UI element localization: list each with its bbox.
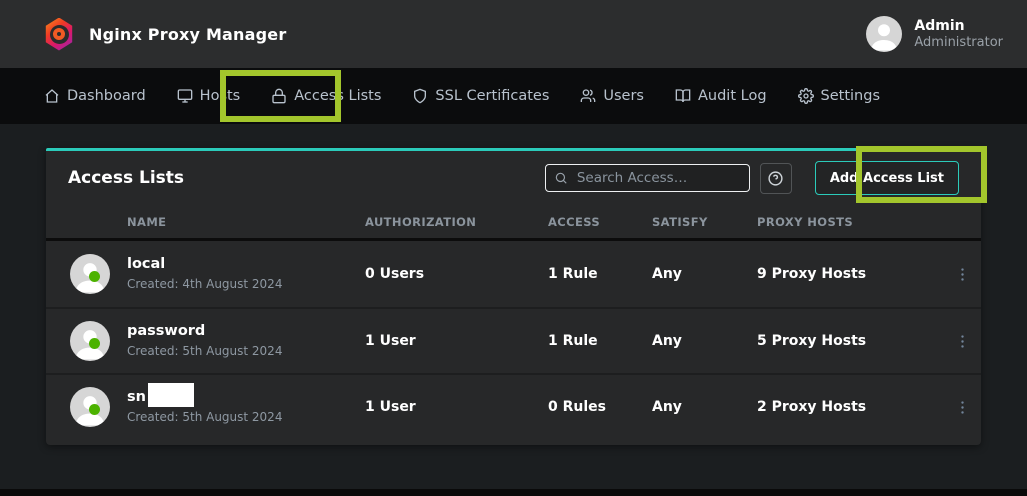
table-row[interactable]: sn Created: 5th August 2024 1 User 0 Rul… — [46, 373, 981, 439]
table-header-row: NAME AUTHORIZATION ACCESS SATISFY PROXY … — [46, 205, 981, 241]
status-dot — [89, 404, 100, 415]
nav-label: Access Lists — [294, 88, 381, 104]
access-list-name: local — [127, 256, 365, 273]
ellipsis-vertical-icon — [954, 266, 971, 283]
book-icon — [675, 88, 691, 104]
cell-satisfy: Any — [652, 266, 757, 282]
access-list-name: password — [127, 323, 365, 340]
cell-access: 0 Rules — [548, 399, 652, 415]
access-list-created: Created: 5th August 2024 — [127, 409, 365, 425]
row-menu-button[interactable] — [948, 393, 976, 421]
row-avatar-icon — [70, 254, 110, 294]
row-avatar-icon — [70, 321, 110, 361]
nav-label: Users — [603, 88, 644, 104]
access-lists-panel: Access Lists Add Access List NAME AUTHOR… — [46, 148, 981, 445]
lock-icon — [271, 88, 287, 104]
app-logo-icon — [44, 18, 74, 51]
status-dot — [89, 338, 100, 349]
search-input[interactable] — [577, 170, 741, 186]
cell-proxy-hosts: 2 Proxy Hosts — [757, 399, 948, 415]
cell-access: 1 Rule — [548, 333, 652, 349]
main-content: Access Lists Add Access List NAME AUTHOR… — [0, 124, 1027, 489]
app-title: Nginx Proxy Manager — [89, 25, 286, 44]
access-list-name: sn — [127, 389, 365, 406]
gear-icon — [798, 88, 814, 104]
cell-authorization: 1 User — [365, 399, 548, 415]
ellipsis-vertical-icon — [954, 399, 971, 416]
page: Nginx Proxy Manager Admin Administrator … — [0, 0, 1027, 496]
row-menu-button[interactable] — [948, 327, 976, 355]
help-button[interactable] — [760, 163, 792, 194]
nav-label: Hosts — [200, 88, 241, 104]
access-list-created: Created: 5th August 2024 — [127, 343, 365, 359]
nav-item-users[interactable]: Users — [580, 88, 644, 104]
search-icon — [554, 171, 568, 185]
table-row[interactable]: password Created: 5th August 2024 1 User… — [46, 307, 981, 373]
nav-item-dashboard[interactable]: Dashboard — [44, 88, 146, 104]
monitor-icon — [177, 88, 193, 104]
access-list-created: Created: 4th August 2024 — [127, 276, 365, 292]
redaction-box — [148, 383, 194, 407]
nav-label: Dashboard — [67, 88, 146, 104]
cell-proxy-hosts: 9 Proxy Hosts — [757, 266, 948, 282]
user-menu[interactable]: Admin Administrator — [866, 16, 1003, 52]
main-nav: Dashboard Hosts Access Lists SSL Certifi… — [0, 68, 1027, 124]
nav-item-settings[interactable]: Settings — [798, 88, 880, 104]
panel-title: Access Lists — [68, 168, 184, 188]
home-icon — [44, 88, 60, 104]
row-avatar-icon — [70, 387, 110, 427]
search-box — [545, 164, 750, 192]
cell-authorization: 1 User — [365, 333, 548, 349]
shield-icon — [412, 88, 428, 104]
user-role: Administrator — [914, 35, 1003, 51]
table-row[interactable]: local Created: 4th August 2024 0 Users 1… — [46, 241, 981, 307]
col-header-name: NAME — [127, 215, 365, 229]
cell-proxy-hosts: 5 Proxy Hosts — [757, 333, 948, 349]
user-name: Admin — [914, 18, 1003, 35]
nav-item-hosts[interactable]: Hosts — [177, 88, 241, 104]
nav-label: Audit Log — [698, 88, 767, 104]
cell-access: 1 Rule — [548, 266, 652, 282]
bottom-strip — [0, 489, 1027, 496]
col-header-proxy-hosts: PROXY HOSTS — [757, 215, 948, 229]
nav-label: SSL Certificates — [435, 88, 549, 104]
nav-item-ssl-certificates[interactable]: SSL Certificates — [412, 88, 549, 104]
col-header-satisfy: SATISFY — [652, 215, 757, 229]
add-access-list-button[interactable]: Add Access List — [815, 161, 959, 195]
cell-authorization: 0 Users — [365, 266, 548, 282]
ellipsis-vertical-icon — [954, 333, 971, 350]
panel-header: Access Lists Add Access List — [46, 151, 981, 205]
user-avatar-icon — [866, 16, 902, 52]
nav-label: Settings — [821, 88, 880, 104]
row-menu-button[interactable] — [948, 260, 976, 288]
cell-satisfy: Any — [652, 333, 757, 349]
users-icon — [580, 88, 596, 104]
status-dot — [89, 271, 100, 282]
top-header: Nginx Proxy Manager Admin Administrator — [0, 0, 1027, 68]
col-header-authorization: AUTHORIZATION — [365, 215, 548, 229]
cell-satisfy: Any — [652, 399, 757, 415]
nav-item-audit-log[interactable]: Audit Log — [675, 88, 767, 104]
nav-item-access-lists[interactable]: Access Lists — [271, 88, 381, 104]
question-circle-icon — [767, 170, 784, 187]
col-header-access: ACCESS — [548, 215, 652, 229]
